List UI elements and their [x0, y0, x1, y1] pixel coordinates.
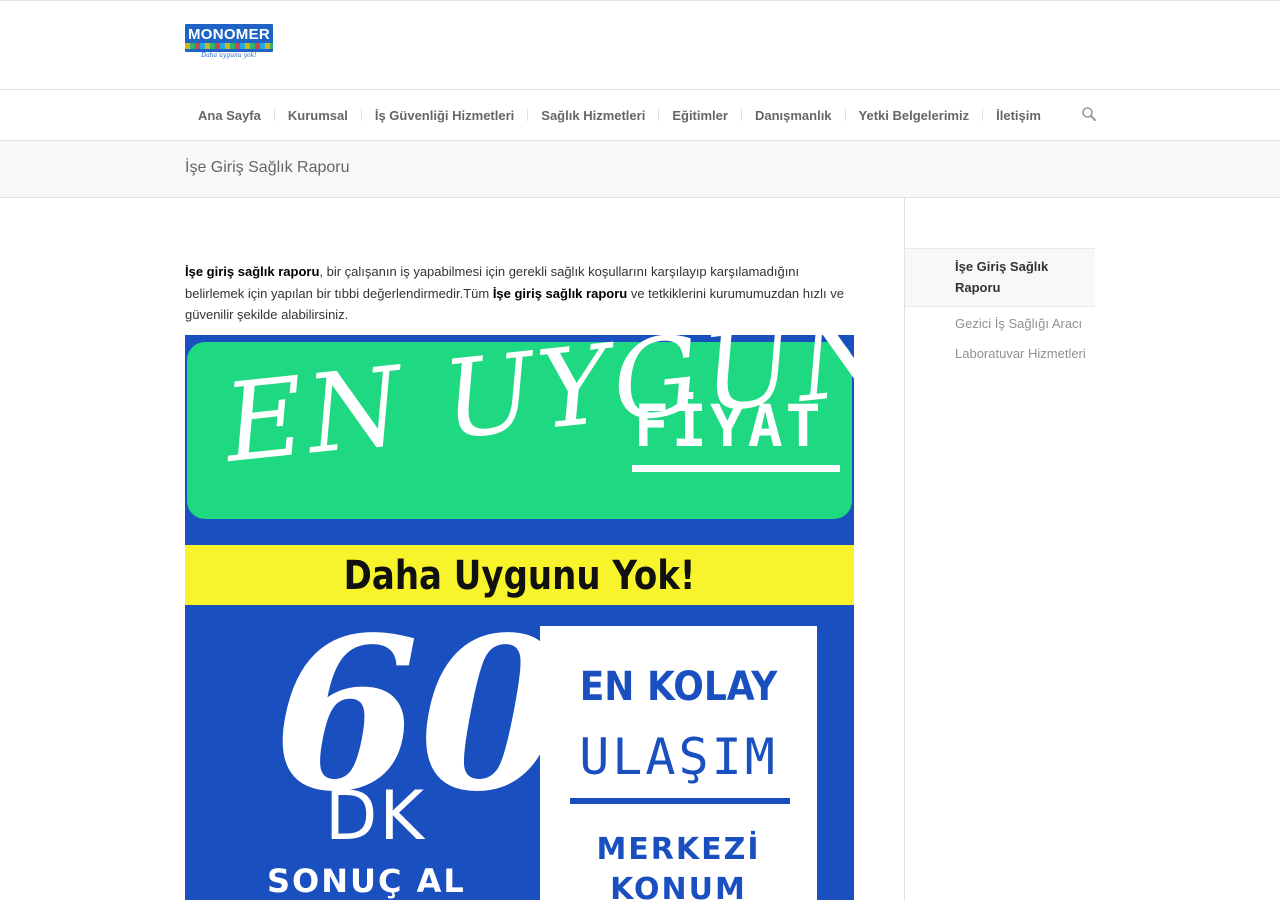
- promo-kolay-text: EN KOLAY: [579, 664, 778, 710]
- sidebar-menu: İşe Giriş Sağlık Raporu Gezici İş Sağlığ…: [905, 248, 1095, 369]
- promo-merkezi-text: MERKEZİ: [596, 832, 761, 867]
- promo-green-panel: EN UYGUN FİYAT: [187, 335, 854, 519]
- nav-item-ana-sayfa[interactable]: Ana Sayfa: [185, 108, 261, 123]
- promo-ulasim-text: ULAŞIM: [579, 728, 778, 786]
- promo-card-underline: [570, 798, 790, 804]
- intro-paragraph: İşe giriş sağlık raporu, bir çalışanın i…: [185, 261, 855, 326]
- promo-sonuc-text: SONUÇ AL: [267, 862, 466, 900]
- nav-item-egitimler[interactable]: Eğitimler: [645, 108, 728, 123]
- sidebar-item-laboratuvar-hizmetleri[interactable]: Laboratuvar Hizmetleri: [905, 339, 1095, 369]
- sidebar-item-gezici-is-sagligi-araci[interactable]: Gezici İş Sağlığı Aracı: [905, 307, 1095, 339]
- page-title: İşe Giriş Sağlık Raporu: [185, 159, 350, 176]
- promo-banner-image: EN UYGUN FİYAT Daha Uygunu Yok! 60 DK SO…: [185, 335, 854, 900]
- search-icon[interactable]: [1081, 106, 1097, 122]
- promo-underline: [632, 465, 840, 472]
- nav-item-is-guvenligi-hizmetleri[interactable]: İş Güvenliği Hizmetleri: [348, 108, 514, 123]
- promo-dk-text: DK: [325, 777, 426, 856]
- header-top-border: [0, 0, 1280, 1]
- sidebar-item-ise-giris-saglik-raporu[interactable]: İşe Giriş Sağlık Raporu: [905, 248, 1095, 307]
- site-logo[interactable]: MONOMER Daha uygunu yok!: [185, 24, 273, 60]
- promo-konum-text: KONUM: [610, 872, 747, 900]
- logo-text: MONOMER: [187, 26, 271, 43]
- intro-bold-term: İşe giriş sağlık raporu: [185, 264, 320, 279]
- promo-fiyat-text: FİYAT: [634, 392, 824, 460]
- nav-item-kurumsal[interactable]: Kurumsal: [261, 108, 348, 123]
- nav-item-yetki-belgelerimiz[interactable]: Yetki Belgelerimiz: [832, 108, 970, 123]
- main-navigation: Ana Sayfa Kurumsal İş Güvenliği Hizmetle…: [185, 90, 1041, 140]
- logo-background: MONOMER: [185, 24, 273, 52]
- nav-item-danismanlik[interactable]: Danışmanlık: [728, 108, 832, 123]
- nav-item-iletisim[interactable]: İletişim: [969, 108, 1041, 123]
- nav-item-saglik-hizmetleri[interactable]: Sağlık Hizmetleri: [514, 108, 645, 123]
- logo-tagline: Daha uygunu yok!: [201, 52, 257, 59]
- logo-stripe: [185, 43, 273, 49]
- promo-white-card: EN KOLAY ULAŞIM MERKEZİ KONUM: [540, 626, 817, 900]
- intro-bold-term-2: İşe giriş sağlık raporu: [492, 285, 628, 301]
